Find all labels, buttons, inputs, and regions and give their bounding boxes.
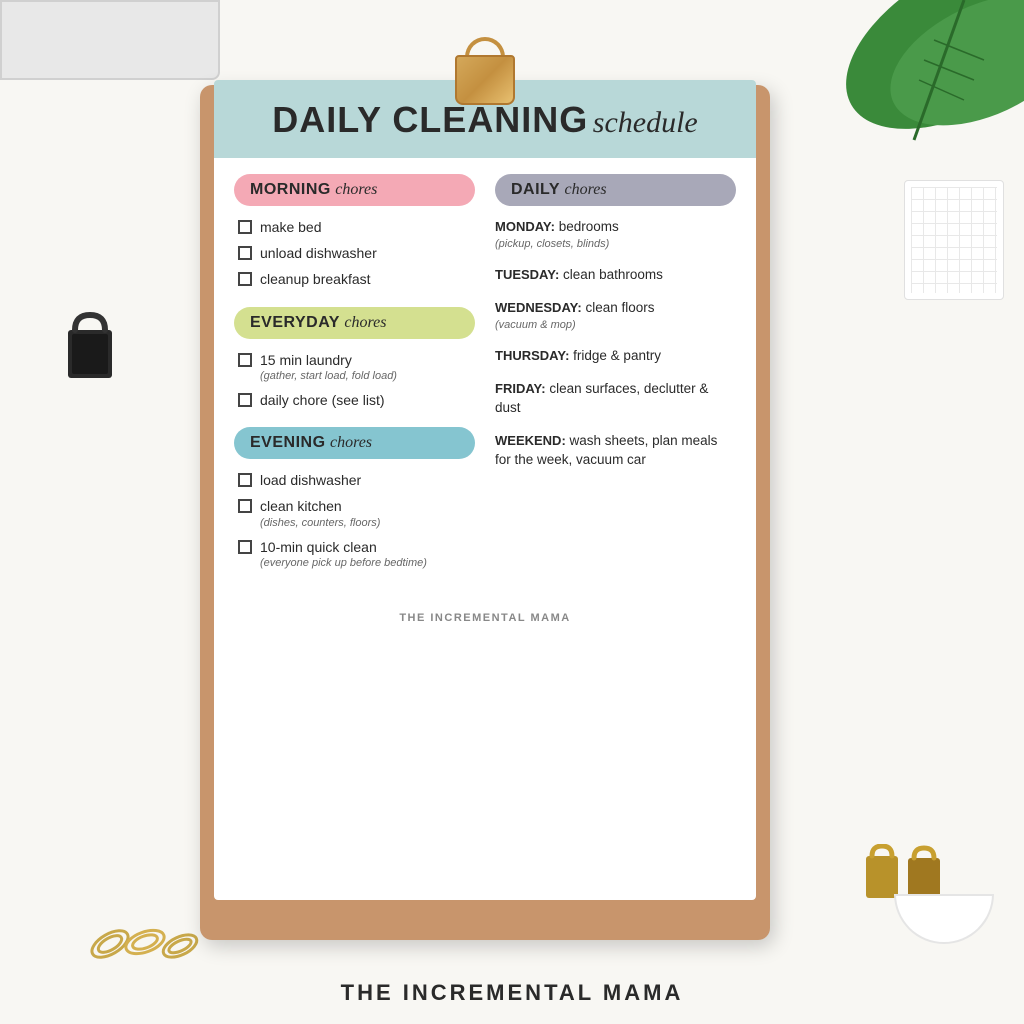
day-monday-sub: (pickup, closets, blinds): [495, 237, 736, 252]
daily-label-bold: DAILY: [511, 181, 560, 198]
paper-footer: THE INCREMENTAL MAMA: [214, 604, 756, 632]
header-title-italic: schedule: [593, 106, 698, 139]
laptop-decoration: [0, 0, 220, 80]
checklist-text-quick-clean: 10-min quick clean (everyone pick up bef…: [260, 538, 427, 570]
list-item: MONDAY: bedrooms (pickup, closets, blind…: [495, 218, 736, 252]
clipboard-clip: [455, 55, 515, 110]
notebook-decoration: [904, 180, 1004, 300]
evening-checklist: load dishwasher clean kitchen (dishes, c…: [234, 471, 475, 570]
checkbox-cleanup-breakfast[interactable]: [238, 272, 252, 286]
checkbox-make-bed[interactable]: [238, 220, 252, 234]
paperclips-bottom: [80, 914, 200, 964]
content-area: MORNING chores make bed unload dishwashe…: [214, 158, 756, 604]
checklist-sub-laundry: (gather, start load, fold load): [260, 369, 397, 383]
checklist-text-load-dishwasher: load dishwasher: [260, 471, 361, 489]
checkbox-unload-dishwasher[interactable]: [238, 246, 252, 260]
list-item: clean kitchen (dishes, counters, floors): [238, 497, 475, 529]
list-item: 10-min quick clean (everyone pick up bef…: [238, 538, 475, 570]
list-item: 15 min laundry (gather, start load, fold…: [238, 351, 475, 383]
morning-header: MORNING chores: [234, 174, 475, 206]
morning-label-italic: chores: [335, 181, 377, 198]
footer-text: THE INCREMENTAL MAMA: [399, 612, 570, 624]
day-friday: FRIDAY:: [495, 381, 546, 396]
header-title-bold: DAILY CLEANING: [272, 99, 588, 140]
everyday-label-italic: chores: [344, 314, 386, 331]
checklist-text-daily-chore: daily chore (see list): [260, 391, 385, 409]
checklist-text-laundry: 15 min laundry (gather, start load, fold…: [260, 351, 397, 383]
day-wednesday: WEDNESDAY:: [495, 300, 582, 315]
list-item: WEEKEND: wash sheets, plan meals for the…: [495, 432, 736, 470]
daily-header: DAILY chores: [495, 174, 736, 206]
day-weekend: WEEKEND:: [495, 433, 566, 448]
list-item: FRIDAY: clean surfaces, declutter & dust: [495, 380, 736, 418]
list-item: THURSDAY: fridge & pantry: [495, 347, 736, 366]
day-wednesday-sub: (vacuum & mop): [495, 318, 736, 333]
clip-body: [455, 55, 515, 105]
checklist-text-make-bed: make bed: [260, 218, 321, 236]
checklist-sub-quick-clean: (everyone pick up before bedtime): [260, 556, 427, 570]
checklist-sub-kitchen: (dishes, counters, floors): [260, 516, 380, 530]
clipboard: DAILY CLEANING schedule MORNING chores m…: [200, 55, 770, 945]
evening-label-bold: EVENING: [250, 434, 326, 451]
list-item: cleanup breakfast: [238, 270, 475, 288]
list-item: unload dishwasher: [238, 244, 475, 262]
morning-label-bold: MORNING: [250, 181, 331, 198]
checklist-text-cleanup-breakfast: cleanup breakfast: [260, 270, 371, 288]
left-column: MORNING chores make bed unload dishwashe…: [234, 174, 475, 588]
checkbox-clean-kitchen[interactable]: [238, 499, 252, 513]
checkbox-daily-chore[interactable]: [238, 393, 252, 407]
everyday-label-bold: EVERYDAY: [250, 314, 340, 331]
morning-checklist: make bed unload dishwasher cleanup break…: [234, 218, 475, 289]
list-item: make bed: [238, 218, 475, 236]
day-tuesday: TUESDAY:: [495, 267, 559, 282]
list-item: daily chore (see list): [238, 391, 475, 409]
list-item: WEDNESDAY: clean floors (vacuum & mop): [495, 299, 736, 333]
checkbox-laundry[interactable]: [238, 353, 252, 367]
binder-clip-left: [60, 310, 120, 380]
everyday-checklist: 15 min laundry (gather, start load, fold…: [234, 351, 475, 410]
list-item: TUESDAY: clean bathrooms: [495, 266, 736, 285]
checkbox-load-dishwasher[interactable]: [238, 473, 252, 487]
right-column: DAILY chores MONDAY: bedrooms (pickup, c…: [495, 174, 736, 588]
everyday-header: EVERYDAY chores: [234, 307, 475, 339]
day-monday: MONDAY:: [495, 219, 555, 234]
list-item: load dishwasher: [238, 471, 475, 489]
leaf-decoration: [774, 0, 1024, 200]
daily-label-italic: chores: [564, 181, 606, 198]
paper: DAILY CLEANING schedule MORNING chores m…: [214, 80, 756, 900]
checklist-text-clean-kitchen: clean kitchen (dishes, counters, floors): [260, 497, 380, 529]
checklist-text-unload-dishwasher: unload dishwasher: [260, 244, 377, 262]
bottom-brand-text: THE INCREMENTAL MAMA: [0, 980, 1024, 1006]
day-thursday: THURSDAY:: [495, 348, 569, 363]
evening-label-italic: chores: [330, 434, 372, 451]
evening-header: EVENING chores: [234, 427, 475, 459]
checkbox-quick-clean[interactable]: [238, 540, 252, 554]
